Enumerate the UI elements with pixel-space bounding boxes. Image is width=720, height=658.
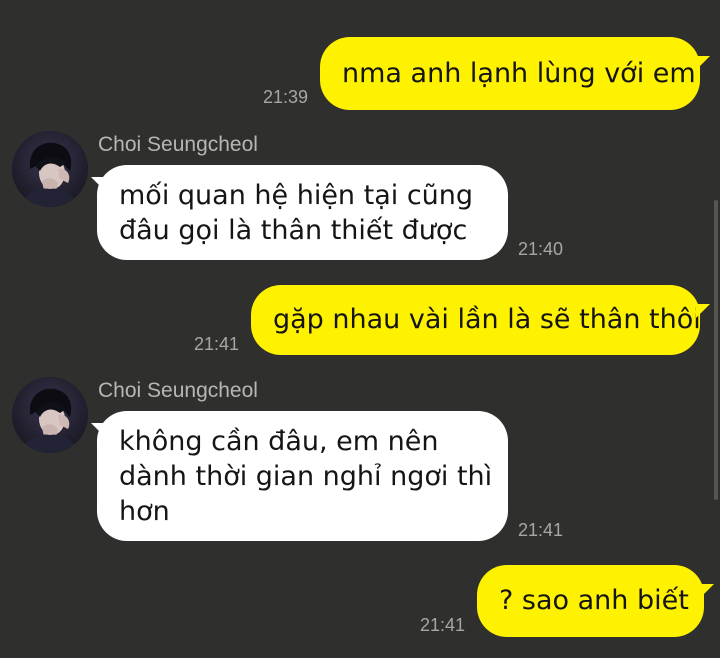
contact-avatar[interactable] (12, 131, 88, 207)
message-bubble[interactable]: ? sao anh biết (477, 565, 704, 637)
message-outgoing: 21:41 gặp nhau vài lần là sẽ thân thôi (0, 270, 720, 370)
bubble-tail (696, 304, 710, 318)
message-timestamp: 21:41 (518, 520, 564, 540)
bubble-tail (700, 584, 714, 598)
sender-name: Choi Seungcheol (98, 133, 258, 156)
message-text-line: mối quan hệ hiện tại cũng (119, 180, 474, 211)
profile-photo-icon (12, 377, 88, 453)
bubble-tail (696, 56, 710, 70)
sender-name: Choi Seungcheol (98, 379, 258, 402)
message-incoming: Choi Seungcheol không cần đâu, em nên dà… (0, 371, 720, 551)
message-text-line: không cần đâu, em nên (119, 426, 439, 457)
message-bubble[interactable]: không cần đâu, em nên dành thời gian ngh… (97, 411, 508, 541)
message-text-line: đâu gọi là thân thiết được (119, 215, 468, 246)
message-bubble[interactable]: nma anh lạnh lùng với em (320, 37, 700, 110)
message-text: gặp nhau vài lần là sẽ thân thôi (273, 304, 701, 335)
message-timestamp: 21:40 (518, 239, 564, 259)
scrollbar[interactable] (714, 200, 718, 500)
message-text: nma anh lạnh lùng với em (342, 58, 696, 89)
message-bubble[interactable]: gặp nhau vài lần là sẽ thân thôi (251, 285, 701, 355)
message-text-line: hơn (119, 496, 170, 527)
message-bubble[interactable]: mối quan hệ hiện tại cũng đâu gọi là thâ… (97, 165, 508, 260)
message-text: ? sao anh biết (499, 585, 689, 616)
message-incoming: Choi Seungcheol mối quan hệ hiện tại cũn… (0, 125, 720, 265)
message-outgoing: 21:39 nma anh lạnh lùng với em (0, 0, 720, 120)
message-outgoing: 21:41 ? sao anh biết (0, 555, 720, 655)
contact-avatar[interactable] (12, 377, 88, 453)
message-text-line: dành thời gian nghỉ ngơi thì (119, 461, 493, 492)
message-timestamp: 21:39 (263, 87, 309, 107)
message-timestamp: 21:41 (420, 615, 466, 635)
profile-photo-icon (12, 131, 88, 207)
message-timestamp: 21:41 (194, 334, 240, 354)
